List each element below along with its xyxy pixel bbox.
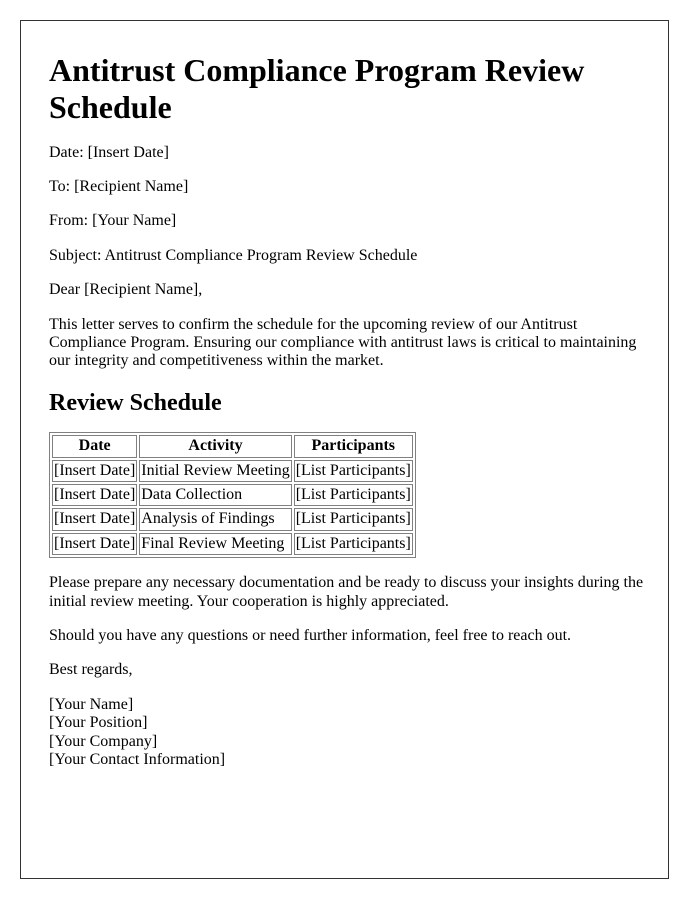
- subject-line: Subject: Antitrust Compliance Program Re…: [49, 246, 418, 264]
- cell-participants: [List Participants]: [293, 508, 413, 531]
- signature-company: [Your Company]: [49, 732, 158, 750]
- cell-participants: [List Participants]: [293, 532, 413, 556]
- to-line: To: [Recipient Name]: [49, 177, 189, 195]
- table-header-row: Date Activity Participants: [52, 435, 413, 458]
- closing: Best regards,: [49, 661, 133, 679]
- salutation: Dear [Recipient Name],: [49, 281, 203, 299]
- date-line: Date: [Insert Date]: [49, 143, 169, 161]
- prepare-paragraph: Please prepare any necessary documentati…: [49, 574, 644, 610]
- header-participants: Participants: [293, 435, 413, 458]
- document-title: Antitrust Compliance Program Review Sche…: [49, 52, 585, 125]
- cell-activity: Final Review Meeting: [139, 532, 292, 556]
- signature-name: [Your Name]: [49, 695, 134, 713]
- table-row: [Insert Date] Final Review Meeting [List…: [52, 532, 413, 556]
- questions-paragraph: Should you have any questions or need fu…: [49, 627, 572, 645]
- cell-participants: [List Participants]: [293, 484, 413, 507]
- header-activity: Activity: [139, 435, 292, 458]
- cell-activity: Analysis of Findings: [139, 508, 292, 531]
- table-row: [Insert Date] Data Collection [List Part…: [52, 484, 413, 507]
- schedule-heading: Review Schedule: [49, 389, 222, 416]
- cell-date: [Insert Date]: [52, 459, 138, 483]
- letter-container: Antitrust Compliance Program Review Sche…: [20, 20, 669, 879]
- intro-paragraph: This letter serves to confirm the schedu…: [49, 315, 637, 370]
- from-line: From: [Your Name]: [49, 212, 177, 230]
- cell-participants: [List Participants]: [293, 459, 413, 483]
- signature-position: [Your Position]: [49, 714, 148, 732]
- cell-date: [Insert Date]: [52, 532, 138, 556]
- cell-activity: Initial Review Meeting: [139, 459, 292, 483]
- header-date: Date: [52, 435, 138, 458]
- table-row: [Insert Date] Initial Review Meeting [Li…: [52, 459, 413, 483]
- schedule-table: Date Activity Participants [Insert Date]…: [49, 432, 416, 559]
- signature-block: [Your Name] [Your Position] [Your Compan…: [49, 696, 648, 770]
- table-row: [Insert Date] Analysis of Findings [List…: [52, 508, 413, 531]
- signature-contact: [Your Contact Information]: [49, 751, 226, 768]
- cell-activity: Data Collection: [139, 484, 292, 507]
- cell-date: [Insert Date]: [52, 508, 138, 531]
- cell-date: [Insert Date]: [52, 484, 138, 507]
